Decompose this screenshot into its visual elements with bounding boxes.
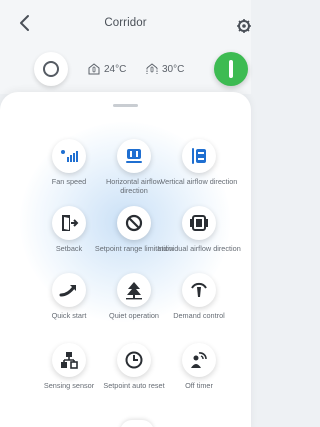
header-bar: Corridor xyxy=(0,0,251,42)
function-label: Vertical airflow direction xyxy=(160,177,238,186)
mode-button[interactable] xyxy=(34,52,68,86)
individual-airflow-icon xyxy=(190,215,208,231)
indoor-temperature: 24°C xyxy=(88,63,126,75)
power-icon xyxy=(229,60,233,78)
function-demand-control[interactable]: Demand control xyxy=(157,273,241,349)
outdoor-thermometer-icon xyxy=(146,63,158,74)
function-vertical-airflow[interactable]: Vertical airflow direction xyxy=(157,139,241,215)
clock-icon xyxy=(125,351,143,369)
drag-handle[interactable] xyxy=(113,104,138,107)
sensor-network-icon xyxy=(61,352,78,369)
outdoor-temp-value: 30°C xyxy=(162,63,185,75)
gear-icon[interactable] xyxy=(236,18,252,34)
outdoor-temperature: 30°C xyxy=(146,63,184,75)
function-label: Off timer xyxy=(185,381,213,390)
indoor-thermometer-icon xyxy=(88,63,100,75)
vertical-airflow-icon xyxy=(192,148,206,164)
indoor-temp-value: 24°C xyxy=(104,63,127,75)
person-timer-icon xyxy=(191,352,207,368)
gauge-icon xyxy=(191,282,207,297)
function-off-timer[interactable]: Off timer xyxy=(157,343,241,419)
fan-speed-icon xyxy=(61,150,78,162)
page-title: Corridor xyxy=(104,17,147,29)
function-label: Demand control xyxy=(173,311,225,320)
function-sheet: Fan speed Horizontal airflow direction V… xyxy=(0,92,251,427)
horizontal-airflow-icon xyxy=(126,149,142,163)
tree-icon xyxy=(126,282,142,300)
arrow-curve-icon xyxy=(59,285,76,297)
power-button[interactable] xyxy=(214,52,248,86)
function-label: Individual airflow direction xyxy=(157,244,241,253)
function-individual-airflow[interactable]: Individual airflow direction xyxy=(157,206,241,282)
prohibited-icon xyxy=(125,214,143,232)
door-exit-icon xyxy=(62,215,79,231)
circle-icon xyxy=(43,61,59,77)
